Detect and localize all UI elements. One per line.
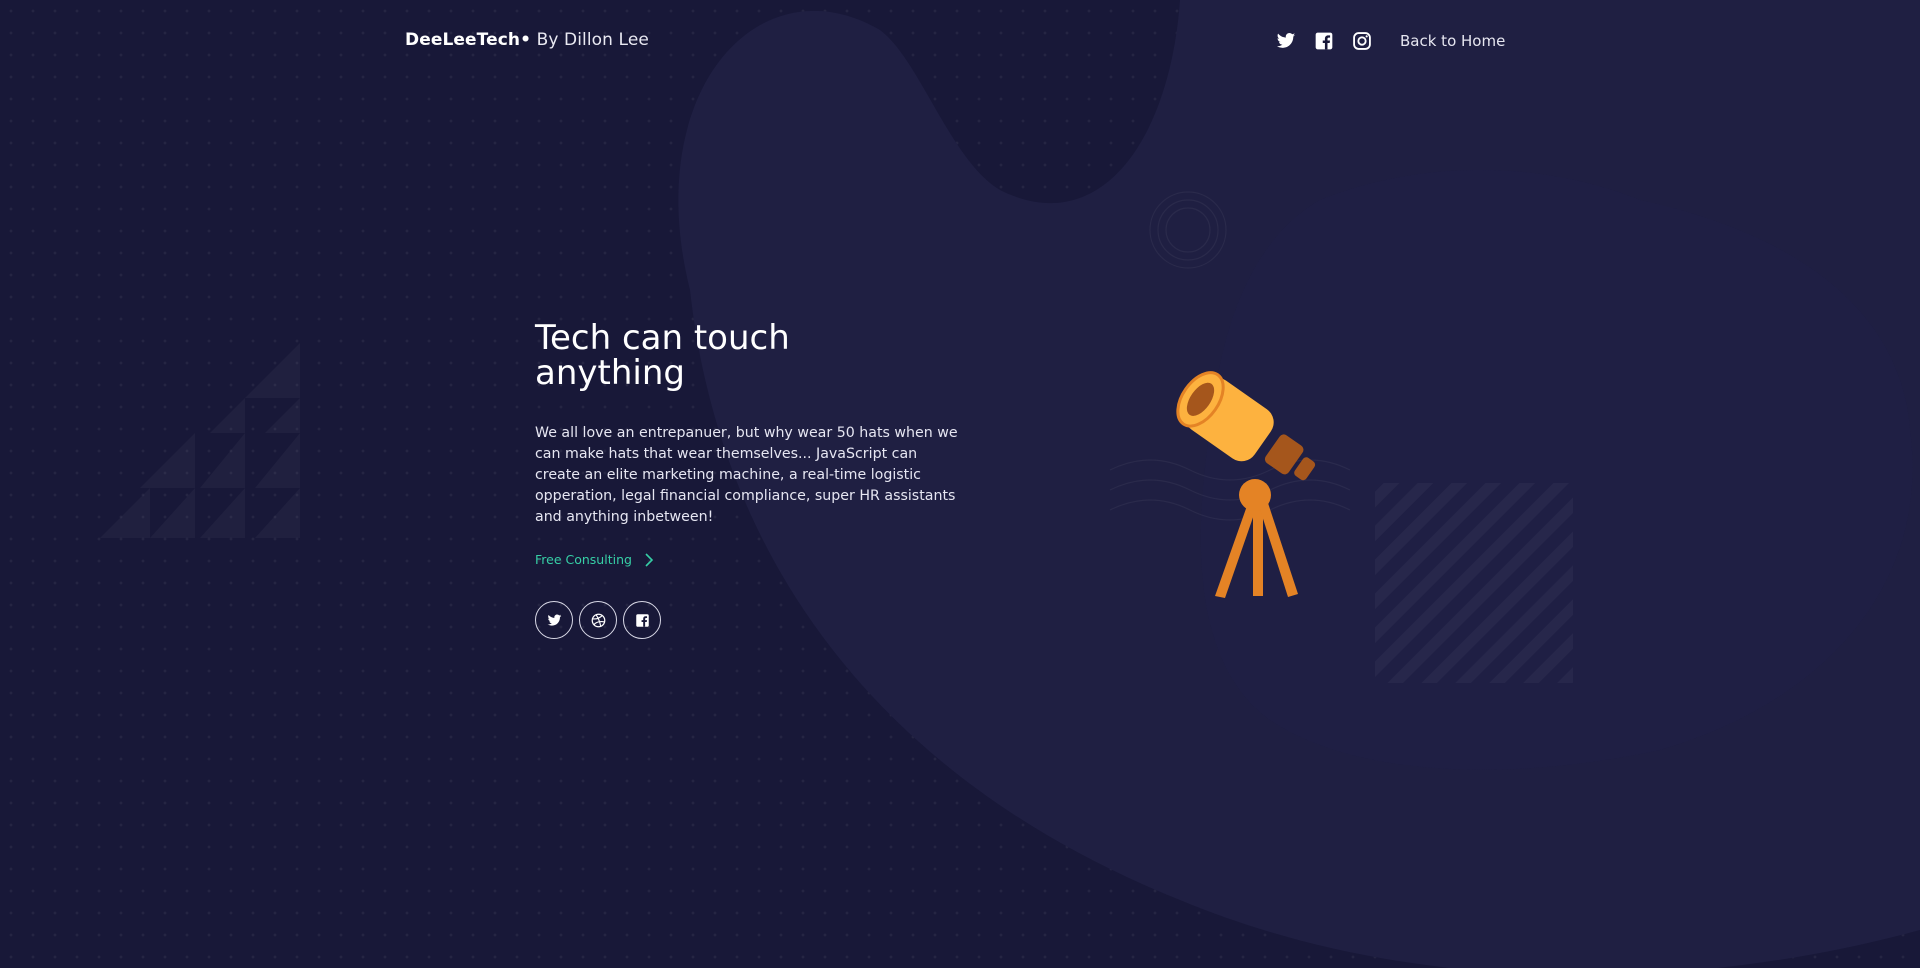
- hero-description: We all love an entrepanuer, but why wear…: [535, 425, 958, 525]
- brand-name: DeeLeeTech•: [405, 30, 532, 50]
- hero-social-buttons: [535, 601, 661, 639]
- facebook-icon: [635, 613, 649, 627]
- twitter-icon: [547, 614, 561, 626]
- free-consulting-link[interactable]: Free Consulting: [535, 552, 654, 567]
- hero-title: Tech can touch anything: [535, 318, 790, 393]
- dribbble-button[interactable]: [579, 601, 617, 639]
- telescope-eyepiece: [1264, 434, 1316, 481]
- page: DeeLeeTech• By Dillon Lee Back to Home T…: [0, 0, 1920, 968]
- facebook-button[interactable]: [623, 601, 661, 639]
- facebook-icon[interactable]: [1314, 31, 1334, 51]
- telescope-illustration: [1176, 371, 1316, 598]
- twitter-button[interactable]: [535, 601, 573, 639]
- triangle-pattern: [100, 343, 300, 538]
- header-social-icons: [1276, 31, 1372, 51]
- twitter-icon[interactable]: [1276, 31, 1296, 51]
- telescope-tube: [1176, 371, 1274, 462]
- background-decoration: [100, 0, 1920, 968]
- brand-logo[interactable]: DeeLeeTech• By Dillon Lee: [405, 30, 649, 50]
- dribbble-icon: [591, 613, 605, 627]
- stripe-pattern: [1375, 483, 1573, 683]
- brand-author: By Dillon Lee: [531, 30, 649, 50]
- instagram-icon[interactable]: [1352, 31, 1372, 51]
- chevron-right-icon: [645, 552, 654, 567]
- free-consulting-label: Free Consulting: [535, 552, 632, 567]
- telescope-stand: [1215, 479, 1298, 598]
- back-to-home-link[interactable]: Back to Home: [1400, 32, 1505, 50]
